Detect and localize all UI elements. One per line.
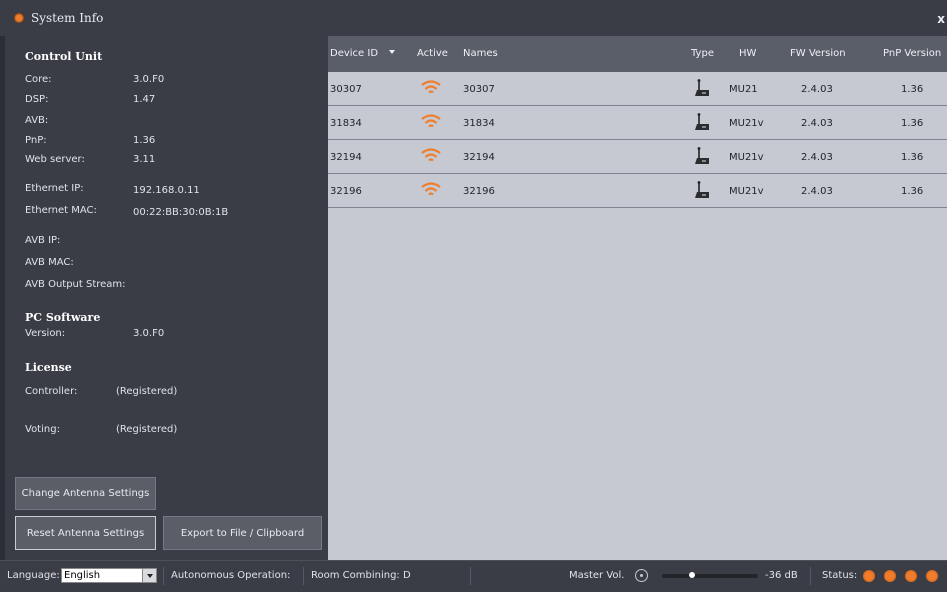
language-select-value: English: [64, 570, 101, 581]
column-device-id[interactable]: Device ID: [330, 48, 378, 59]
window-title: System Info: [31, 11, 104, 25]
web-server-label: Web server:: [25, 154, 85, 165]
name-cell: 30307: [463, 84, 495, 95]
hw-cell: MU21v: [729, 152, 764, 163]
pnp-value: 1.36: [133, 135, 156, 146]
core-value: 3.0.F0: [133, 74, 165, 85]
device-table: Device ID Active Names Type HW FW Versio…: [328, 36, 947, 560]
ethernet-mac-label: Ethernet MAC:: [25, 205, 97, 216]
ethernet-ip-label: Ethernet IP:: [25, 183, 84, 194]
status-separator: [303, 567, 304, 585]
device-id-cell: 30307: [330, 84, 362, 95]
status-separator: [810, 567, 811, 585]
autonomous-operation-label: Autonomous Operation:: [171, 570, 291, 581]
microphone-unit-icon: [695, 113, 709, 130]
wifi-signal-icon: [421, 80, 441, 94]
room-combining-label: Room Combining: D: [311, 570, 411, 581]
fw-version-cell: 2.4.03: [801, 152, 833, 163]
status-indicator-icon: [863, 570, 875, 582]
pnp-version-cell: 1.36: [901, 152, 924, 163]
language-select[interactable]: English: [61, 568, 157, 583]
dsp-label: DSP:: [25, 94, 49, 105]
control-unit-title: Control Unit: [25, 50, 103, 63]
status-label: Status:: [822, 570, 858, 581]
app-logo-icon: [14, 13, 24, 23]
pc-software-title: PC Software: [25, 311, 101, 324]
column-hw[interactable]: HW: [739, 48, 756, 59]
table-row[interactable]: 32196 32196 MU21v 2.4.03 1.36: [328, 174, 947, 208]
column-type[interactable]: Type: [691, 48, 714, 59]
device-id-cell: 31834: [330, 118, 362, 129]
language-label: Language:: [7, 570, 60, 581]
wifi-signal-icon: [421, 114, 441, 128]
master-vol-value: -36 dB: [765, 570, 798, 581]
sort-desc-icon[interactable]: [389, 50, 395, 54]
status-indicator-icon: [926, 570, 938, 582]
wifi-signal-icon: [421, 182, 441, 196]
table-row[interactable]: 31834 31834 MU21v 2.4.03 1.36: [328, 106, 947, 140]
master-volume-slider[interactable]: [662, 572, 758, 578]
status-indicator-icon: [905, 570, 917, 582]
title-bar: System Info x: [0, 0, 947, 36]
hw-cell: MU21: [729, 84, 758, 95]
column-names[interactable]: Names: [463, 48, 498, 59]
chevron-down-icon[interactable]: [142, 569, 156, 582]
table-row[interactable]: 32194 32194 MU21v 2.4.03 1.36: [328, 140, 947, 174]
reset-antenna-settings-button[interactable]: Reset Antenna Settings: [15, 516, 156, 550]
hw-cell: MU21v: [729, 118, 764, 129]
pnp-version-cell: 1.36: [901, 118, 924, 129]
device-id-cell: 32196: [330, 186, 362, 197]
voting-license-value: (Registered): [116, 424, 178, 435]
microphone-unit-icon: [695, 79, 709, 96]
table-row[interactable]: 30307 30307 MU21 2.4.03 1.36: [328, 72, 947, 106]
status-indicator-icon: [884, 570, 896, 582]
microphone-unit-icon: [695, 181, 709, 198]
avb-output-stream-label: AVB Output Stream:: [25, 279, 126, 290]
pnp-label: PnP:: [25, 135, 47, 146]
wifi-signal-icon: [421, 148, 441, 162]
volume-slider-handle[interactable]: [689, 572, 695, 578]
avb-ip-label: AVB IP:: [25, 235, 61, 246]
export-button[interactable]: Export to File / Clipboard: [163, 516, 322, 550]
hw-cell: MU21v: [729, 186, 764, 197]
voting-license-label: Voting:: [25, 424, 60, 435]
pnp-version-cell: 1.36: [901, 84, 924, 95]
pc-version-label: Version:: [25, 328, 66, 339]
name-cell: 31834: [463, 118, 495, 129]
volume-knob-icon[interactable]: [635, 569, 648, 582]
microphone-unit-icon: [695, 147, 709, 164]
name-cell: 32196: [463, 186, 495, 197]
info-panel: Control Unit Core: 3.0.F0 DSP: 1.47 AVB:…: [5, 36, 328, 560]
ethernet-ip-value: 192.168.0.11: [133, 185, 200, 196]
ethernet-mac-value: 00:22:BB:30:0B:1B: [133, 207, 229, 218]
status-separator: [163, 567, 164, 585]
fw-version-cell: 2.4.03: [801, 186, 833, 197]
fw-version-cell: 2.4.03: [801, 118, 833, 129]
column-fw-version[interactable]: FW Version: [790, 48, 846, 59]
column-pnp-version[interactable]: PnP Version: [883, 48, 941, 59]
fw-version-cell: 2.4.03: [801, 84, 833, 95]
change-antenna-settings-button[interactable]: Change Antenna Settings: [15, 477, 156, 510]
pc-version-value: 3.0.F0: [133, 328, 165, 339]
controller-license-value: (Registered): [116, 386, 178, 397]
avb-label: AVB:: [25, 115, 49, 126]
table-header: Device ID Active Names Type HW FW Versio…: [328, 36, 947, 72]
master-vol-label: Master Vol.: [569, 570, 625, 581]
status-bar: Language: English Autonomous Operation: …: [0, 560, 947, 592]
status-separator: [470, 567, 471, 585]
column-active[interactable]: Active: [417, 48, 448, 59]
controller-license-label: Controller:: [25, 386, 78, 397]
device-id-cell: 32194: [330, 152, 362, 163]
pnp-version-cell: 1.36: [901, 186, 924, 197]
avb-mac-label: AVB MAC:: [25, 257, 74, 268]
name-cell: 32194: [463, 152, 495, 163]
close-button[interactable]: x: [937, 12, 945, 26]
dsp-value: 1.47: [133, 94, 156, 105]
license-title: License: [25, 361, 72, 374]
web-server-value: 3.11: [133, 154, 156, 165]
core-label: Core:: [25, 74, 52, 85]
